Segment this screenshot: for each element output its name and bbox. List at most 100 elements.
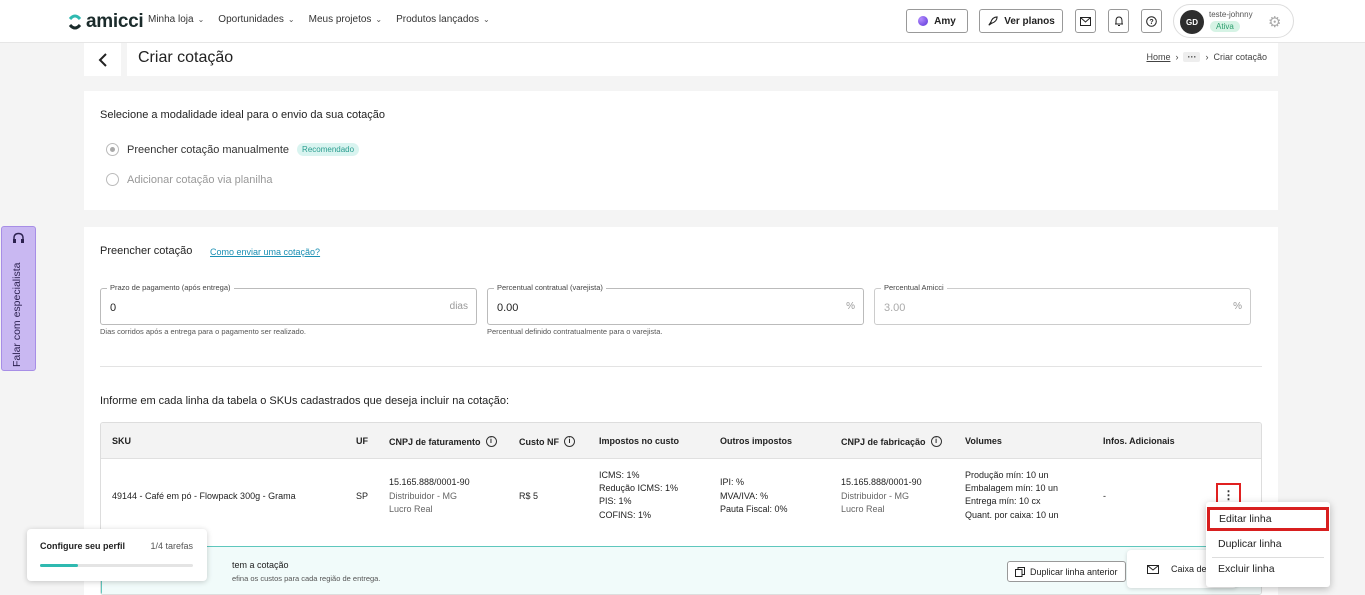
fill-title: Preencher cotação: [100, 245, 193, 257]
modality-title: Selecione a modalidade ideal para o envi…: [100, 109, 385, 121]
breadcrumb-ellipsis[interactable]: ···: [1183, 52, 1201, 62]
tasks-progress-bar: [40, 564, 193, 567]
headset-icon: [13, 232, 24, 243]
back-button[interactable]: [84, 43, 121, 76]
logo[interactable]: amicci: [68, 11, 144, 33]
nav-produtos-lancados[interactable]: Produtos lançados ⌄: [396, 14, 490, 25]
mail-button[interactable]: [1075, 9, 1096, 33]
amy-label: Amy: [934, 15, 956, 27]
cell-cnpj-fabricacao: 15.165.888/0001-90 Distribuidor - MG Luc…: [841, 476, 922, 517]
nav-minha-loja[interactable]: Minha loja ⌄: [148, 14, 204, 25]
info-icon[interactable]: i: [930, 436, 942, 447]
chevron-down-icon: ⌄: [197, 15, 205, 24]
main-nav: Minha loja ⌄ Oportunidades ⌄ Meus projetos…: [148, 14, 490, 25]
duplicate-label: Duplicar linha anterior: [1030, 566, 1118, 577]
menu-edit-row[interactable]: Editar linha: [1207, 507, 1329, 531]
th-label: Volumes: [965, 436, 1002, 446]
chevron-left-icon: [98, 52, 107, 67]
modality-card: Selecione a modalidade ideal para o envi…: [84, 91, 1278, 210]
cnpj-type: Distribuidor - MG: [389, 490, 458, 501]
nav-oportunidades[interactable]: Oportunidades ⌄: [218, 14, 294, 25]
nav-label: Meus projetos: [308, 14, 372, 25]
chevron-down-icon: ⌄: [482, 15, 490, 24]
radio-spreadsheet[interactable]: [106, 173, 119, 186]
info-icon[interactable]: i: [485, 436, 497, 447]
notifications-button[interactable]: [1108, 9, 1129, 33]
logo-text: amicci: [86, 11, 144, 32]
th-label: SKU: [112, 436, 132, 446]
field-label: Percentual Amicci: [881, 283, 947, 292]
profile-tasks-widget[interactable]: Configure seu perfil 1/4 tarefas: [27, 529, 207, 581]
plans-label: Ver planos: [1004, 15, 1055, 27]
row-context-menu: Editar linha Duplicar linha Excluir linh…: [1206, 502, 1330, 587]
inbox-label: Caixa de: [1171, 564, 1207, 574]
field-value[interactable]: 0.00: [497, 302, 518, 314]
add-row-subtitle: efina os custos para cada região de entr…: [232, 574, 381, 583]
tax-item: IPI: %: [720, 477, 745, 487]
th-label: Impostos no custo: [599, 436, 680, 446]
table-header: SKU UF CNPJ de faturamento i Custo NF i Im…: [101, 423, 1261, 459]
th-uf: UF: [356, 436, 368, 446]
breadcrumb-separator: ›: [1175, 52, 1179, 62]
radio-manual[interactable]: [106, 143, 119, 156]
copy-icon: [1015, 566, 1025, 577]
breadcrumb-home[interactable]: Home: [1146, 52, 1170, 62]
mail-icon: [1080, 16, 1091, 26]
table-intro: Informe em cada linha da tabela o SKUs c…: [100, 395, 510, 407]
breadcrumb-current: Criar cotação: [1213, 52, 1267, 62]
cnpj: 15.165.888/0001-90: [841, 477, 922, 487]
field-label: Percentual contratual (varejista): [494, 283, 606, 292]
plans-button[interactable]: Ver planos: [979, 9, 1063, 33]
th-impostos: Impostos no custo: [599, 436, 679, 446]
user-profile[interactable]: GD teste-johnny Ativa ⚙: [1173, 4, 1294, 38]
talk-to-specialist-tab[interactable]: Falar com especialista: [1, 226, 36, 371]
cell-uf: SP: [356, 491, 369, 501]
tax-item: COFINS: 1%: [599, 509, 652, 520]
tax-item: ICMS: 1%: [599, 470, 640, 480]
nav-label: Produtos lançados: [396, 14, 479, 25]
amicci-logo-icon: [68, 14, 82, 30]
gear-icon[interactable]: ⚙: [1268, 13, 1281, 31]
th-label: CNPJ de fabricação: [841, 436, 926, 447]
cell-custo-nf: R$ 5: [519, 491, 539, 501]
cnpj-regime: Lucro Real: [389, 504, 433, 514]
recommended-badge: Recomendado: [297, 143, 360, 156]
breadcrumb-separator: ›: [1205, 52, 1209, 62]
menu-delete-row[interactable]: Excluir linha: [1206, 557, 1330, 581]
top-bar: amicci Minha loja ⌄ Oportunidades ⌄ Meus p…: [0, 0, 1365, 43]
duplicate-row-button[interactable]: Duplicar linha anterior: [1007, 561, 1126, 582]
volume-item: Embalagem mín: 10 un: [965, 483, 1059, 494]
amicci-percent-field: Percentual Amicci 3.00 %: [874, 283, 1251, 325]
volume-item: Quant. por caixa: 10 un: [965, 509, 1059, 520]
cnpj-regime: Lucro Real: [841, 504, 885, 514]
option-spreadsheet[interactable]: Adicionar cotação via planilha: [106, 173, 273, 186]
cell-volumes: Produção mín: 10 un Embalagem mín: 10 un…: [965, 469, 1059, 522]
option-manual[interactable]: Preencher cotação manualmente Recomendad…: [106, 143, 360, 156]
th-label: CNPJ de faturamento: [389, 436, 481, 447]
menu-duplicate-row[interactable]: Duplicar linha: [1206, 532, 1330, 556]
field-help: Percentual definido contratualmente para…: [487, 327, 663, 336]
nav-label: Oportunidades: [218, 14, 284, 25]
sku-table: SKU UF CNPJ de faturamento i Custo NF i Im…: [100, 422, 1262, 595]
more-vertical-icon: ⋮: [1222, 488, 1235, 502]
th-label: UF: [356, 436, 368, 446]
field-value[interactable]: 0: [110, 302, 116, 314]
cell-cnpj-faturamento: 15.165.888/0001-90 Distribuidor - MG Luc…: [389, 476, 470, 517]
svg-text:?: ?: [1149, 19, 1153, 26]
payment-term-field[interactable]: Prazo de pagamento (após entrega) 0 dias: [100, 283, 477, 325]
help-button[interactable]: ?: [1141, 9, 1162, 33]
amy-button[interactable]: Amy: [906, 9, 968, 33]
th-label: Infos. Adicionais: [1103, 436, 1175, 446]
cell-infos: -: [1103, 491, 1106, 501]
help-link[interactable]: Como enviar uma cotação?: [210, 247, 320, 257]
cnpj: 15.165.888/0001-90: [389, 477, 470, 487]
option-manual-label: Preencher cotação manualmente: [127, 143, 290, 156]
field-help: Dias corridos após a entrega para o paga…: [100, 327, 306, 336]
volume-item: Entrega mín: 10 cx: [965, 496, 1041, 507]
th-label: Custo NF: [519, 436, 559, 447]
info-icon[interactable]: i: [564, 436, 575, 447]
nav-meus-projetos[interactable]: Meus projetos ⌄: [309, 14, 383, 25]
field-value: 3.00: [884, 302, 906, 314]
contract-percent-field[interactable]: Percentual contratual (varejista) 0.00 %: [487, 283, 864, 325]
status-badge: Ativa: [1210, 21, 1240, 32]
